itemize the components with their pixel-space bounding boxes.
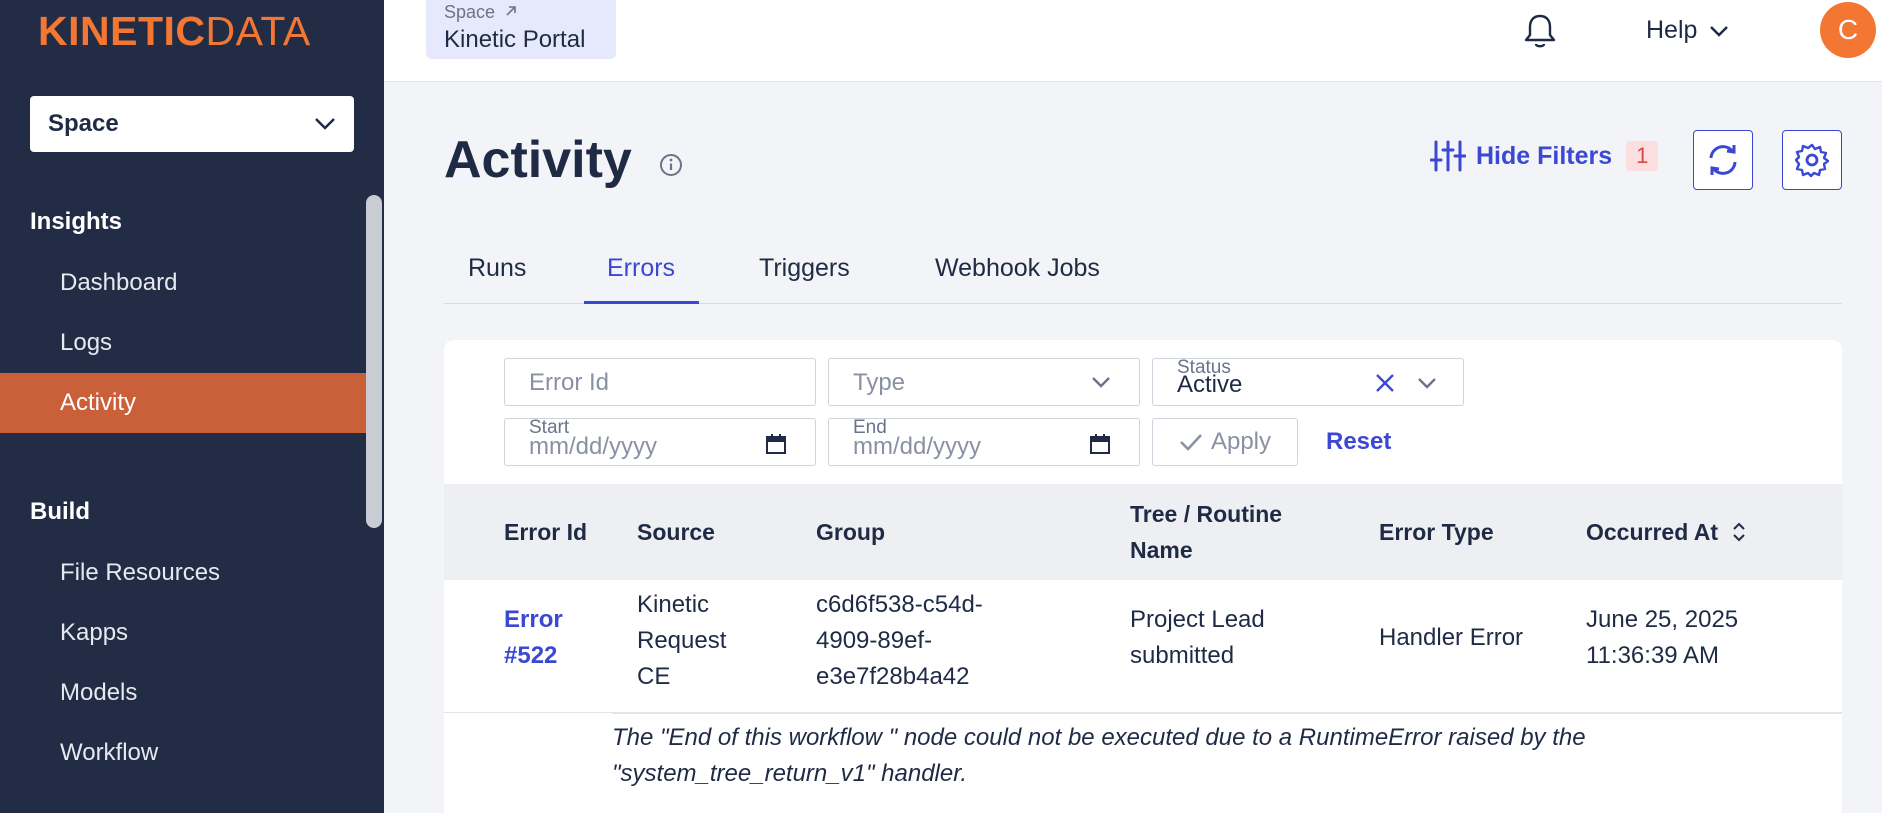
info-icon[interactable] bbox=[658, 152, 684, 183]
tree-routine-cell: Project Lead submitted bbox=[1130, 606, 1265, 669]
calendar-icon[interactable] bbox=[1089, 433, 1111, 455]
activity-tabs: Runs Errors Triggers Webhook Jobs bbox=[444, 244, 1842, 304]
hide-filters-label: Hide Filters bbox=[1476, 141, 1613, 170]
col-error-id[interactable]: Error Id bbox=[504, 514, 587, 550]
status-select[interactable]: Status Active bbox=[1152, 357, 1464, 406]
top-bar: Space Kinetic Portal Help C bbox=[384, 0, 1882, 82]
active-tab-indicator bbox=[584, 301, 699, 304]
status-value: Active bbox=[1177, 371, 1243, 398]
chevron-down-icon bbox=[315, 118, 335, 130]
sidebar-scrollbar[interactable] bbox=[366, 195, 382, 528]
clear-icon[interactable] bbox=[1375, 373, 1395, 393]
tab-errors[interactable]: Errors bbox=[607, 254, 675, 283]
check-icon bbox=[1180, 434, 1202, 451]
error-type-cell: Handler Error bbox=[1379, 624, 1524, 651]
refresh-button[interactable] bbox=[1693, 130, 1753, 190]
chevron-down-icon bbox=[1092, 377, 1110, 388]
help-menu[interactable]: Help bbox=[1646, 16, 1729, 45]
sidebar-item-logs[interactable]: Logs bbox=[0, 313, 366, 373]
sidebar-item-activity[interactable]: Activity bbox=[0, 373, 366, 433]
col-group[interactable]: Group bbox=[816, 514, 885, 550]
col-source[interactable]: Source bbox=[637, 514, 715, 550]
source-cell: Kinetic Request CE bbox=[637, 591, 727, 690]
end-date-input[interactable]: End mm/dd/yyyy bbox=[828, 417, 1140, 466]
breadcrumb[interactable]: Space Kinetic Portal bbox=[426, 0, 616, 59]
sliders-icon bbox=[1430, 140, 1466, 172]
page-title: Activity bbox=[444, 131, 632, 189]
sidebar-item-kapps[interactable]: Kapps bbox=[0, 603, 366, 663]
start-date-input[interactable]: Start mm/dd/yyyy bbox=[504, 417, 816, 466]
space-select-value: Space bbox=[48, 110, 119, 137]
start-placeholder: mm/dd/yyyy bbox=[529, 433, 658, 460]
table-row: Error #522 Kinetic Request CE c6d6f538-c… bbox=[444, 580, 1842, 713]
hide-filters-button[interactable]: Hide Filters 1 bbox=[1430, 140, 1659, 172]
col-error-type[interactable]: Error Type bbox=[1379, 514, 1494, 550]
col-occurred-at[interactable]: Occurred At bbox=[1586, 514, 1746, 550]
sidebar-item-dashboard[interactable]: Dashboard bbox=[0, 253, 366, 313]
type-placeholder: Type bbox=[853, 369, 906, 396]
help-label: Help bbox=[1646, 16, 1698, 44]
sidebar: KINETICDATA Space Insights Dashboard Log… bbox=[0, 0, 384, 813]
tab-runs[interactable]: Runs bbox=[468, 254, 526, 283]
group-cell: c6d6f538-c54d- 4909-89ef- e3e7f28b4a42 bbox=[816, 591, 983, 690]
external-link-arrow-icon bbox=[506, 6, 516, 16]
apply-label: Apply bbox=[1210, 428, 1272, 455]
notifications-button[interactable] bbox=[1522, 12, 1558, 55]
bell-icon bbox=[1524, 14, 1556, 48]
col-tree-routine[interactable]: Tree / Routine Name bbox=[1130, 496, 1282, 568]
error-id-link[interactable]: Error #522 bbox=[504, 602, 563, 674]
reset-link[interactable]: Reset bbox=[1326, 428, 1391, 456]
chevron-down-icon bbox=[1710, 25, 1729, 37]
breadcrumb-parent: Space bbox=[444, 2, 616, 23]
gear-icon bbox=[1794, 143, 1830, 178]
sidebar-heading-build: Build bbox=[30, 498, 90, 525]
errors-panel: Error Id Type Status Active Start mm/dd/… bbox=[444, 340, 1842, 813]
sidebar-heading-insights: Insights bbox=[30, 208, 123, 235]
tab-triggers[interactable]: Triggers bbox=[759, 254, 850, 283]
row-divider bbox=[612, 713, 1842, 714]
occurred-at-cell: June 25, 2025 11:36:39 AM bbox=[1586, 606, 1739, 669]
sidebar-item-file-resources[interactable]: File Resources bbox=[0, 543, 366, 603]
sort-icon bbox=[1733, 522, 1745, 542]
settings-button[interactable] bbox=[1782, 130, 1842, 190]
chevron-down-icon bbox=[1418, 378, 1436, 389]
tab-webhook-jobs[interactable]: Webhook Jobs bbox=[935, 254, 1100, 283]
avatar[interactable]: C bbox=[1820, 2, 1876, 58]
filter-count-badge: 1 bbox=[1626, 141, 1659, 171]
refresh-icon bbox=[1709, 145, 1737, 175]
error-id-input[interactable]: Error Id bbox=[504, 358, 816, 406]
apply-button[interactable]: Apply bbox=[1152, 418, 1298, 466]
kinetic-data-logo[interactable]: KINETICDATA bbox=[38, 8, 311, 55]
table-header: Error Id Source Group Tree / Routine Nam… bbox=[444, 484, 1842, 580]
type-select[interactable]: Type bbox=[828, 358, 1140, 406]
space-select[interactable]: Space bbox=[30, 96, 354, 152]
error-message: The "End of this workflow " node could n… bbox=[612, 724, 1586, 787]
sidebar-item-workflow[interactable]: Workflow bbox=[0, 723, 366, 783]
sidebar-item-models[interactable]: Models bbox=[0, 663, 366, 723]
error-id-placeholder: Error Id bbox=[529, 369, 610, 396]
breadcrumb-title: Kinetic Portal bbox=[444, 26, 586, 53]
end-placeholder: mm/dd/yyyy bbox=[853, 433, 982, 460]
calendar-icon[interactable] bbox=[765, 433, 787, 455]
